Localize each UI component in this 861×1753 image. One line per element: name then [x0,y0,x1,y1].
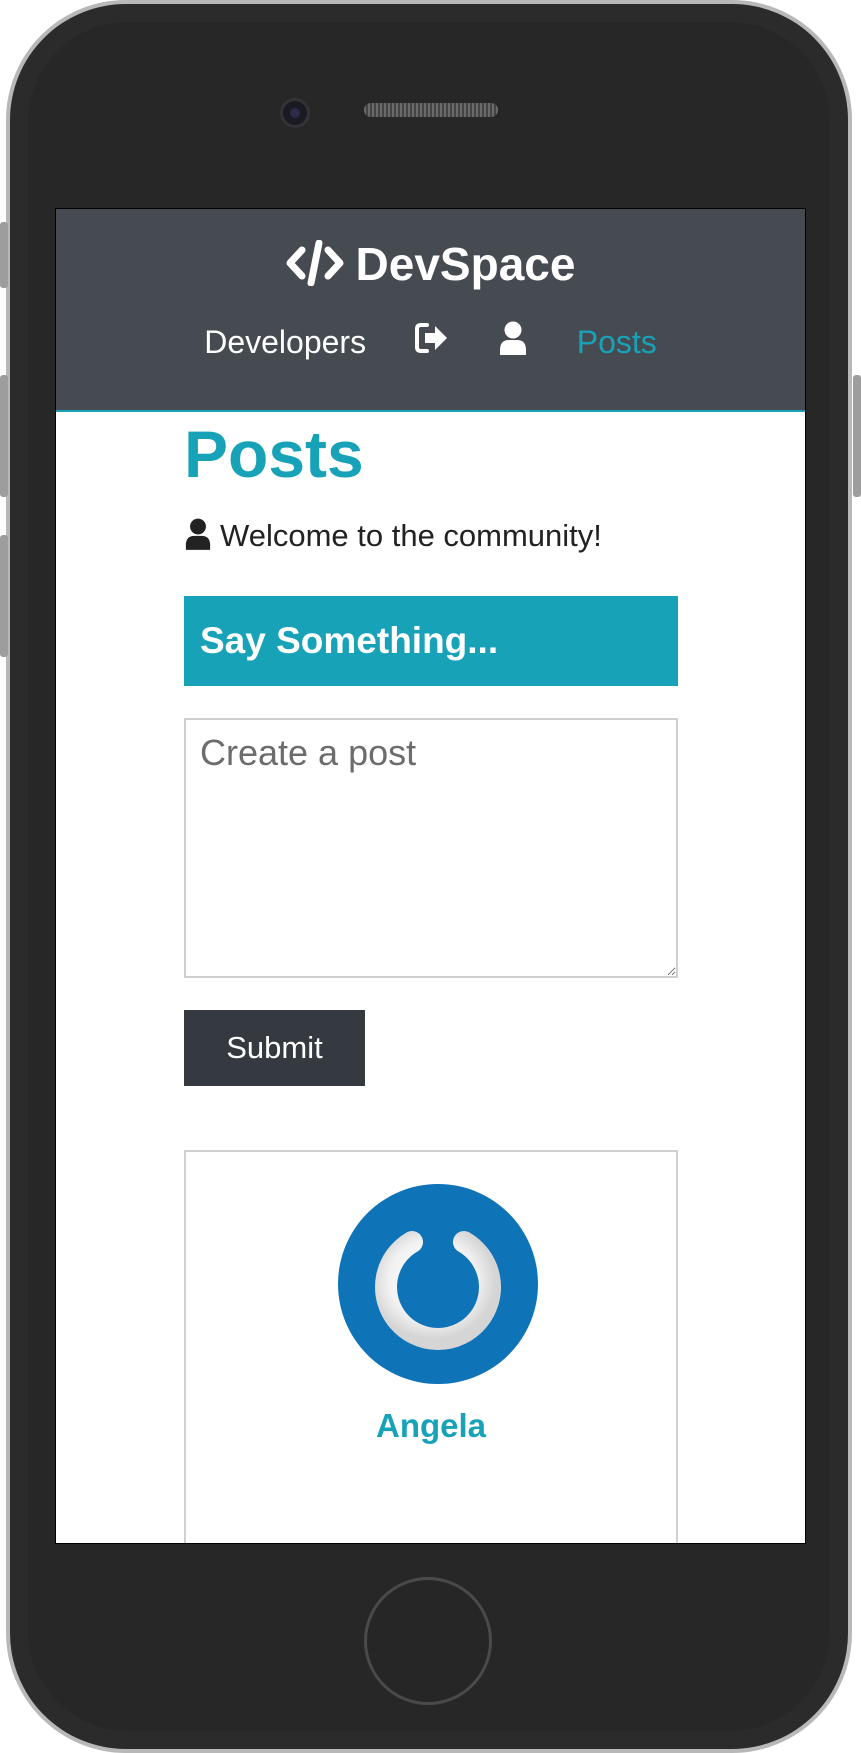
main-content: Posts Welcome to the community! Say Some… [184,412,678,1543]
volume-down-button [0,535,8,657]
user-icon [184,518,212,560]
screen: DevSpace Developers Posts Posts Welcome … [55,208,806,1544]
submit-button[interactable]: Submit [184,1010,365,1086]
gravatar-logo[interactable] [338,1184,538,1384]
user-icon[interactable] [498,321,528,363]
navbar: DevSpace Developers Posts [56,209,805,412]
brand-name: DevSpace [355,238,576,290]
nav-links: Developers Posts [56,321,805,363]
page-title: Posts [184,417,364,491]
post-author[interactable]: Angela [186,1407,676,1445]
front-camera [280,98,310,128]
code-icon [286,239,344,297]
nav-link-posts[interactable]: Posts [577,324,657,361]
brand-link[interactable]: DevSpace [56,237,805,297]
post-textarea[interactable] [184,718,678,978]
sign-out-icon[interactable] [414,323,449,361]
home-button[interactable] [364,1577,492,1705]
lead-text: Welcome to the community! [184,516,678,560]
volume-up-button [0,375,8,497]
nav-link-developers[interactable]: Developers [204,324,366,361]
power-button [853,375,861,497]
earpiece-speaker [364,103,498,117]
mute-switch [0,222,8,288]
form-header: Say Something... [184,596,678,686]
form-header-text: Say Something... [200,620,499,661]
post-item: Angela [184,1150,678,1543]
welcome-message: Welcome to the community! [220,518,602,553]
